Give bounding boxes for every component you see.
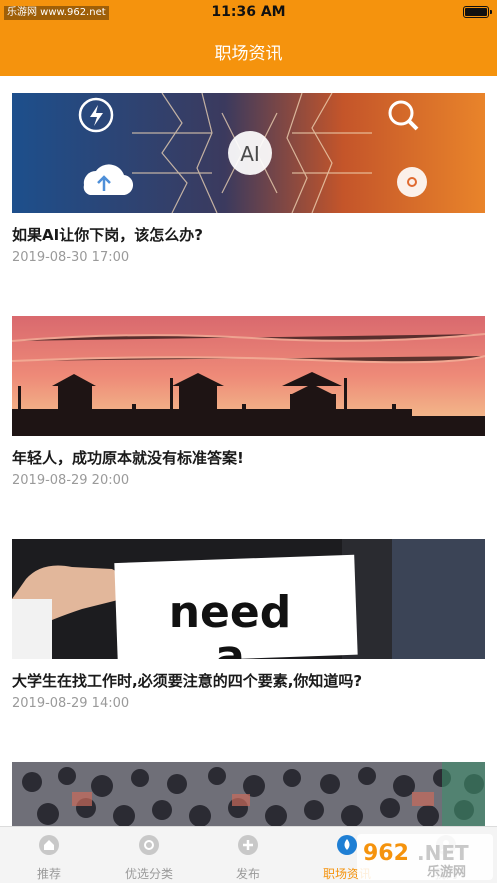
article-card[interactable] (12, 762, 485, 826)
article-date: 2019-08-29 14:00 (12, 696, 130, 711)
page-title: 职场资讯 (214, 44, 283, 64)
article-image-need[interactable]: need a (12, 539, 485, 659)
nav-bar: 职场资讯 (0, 26, 497, 76)
category-icon (139, 835, 159, 855)
article-title[interactable]: 如果AI让你下岗，该怎么办? (12, 224, 485, 245)
tab-label: 优选分类 (124, 867, 173, 881)
article-image-ai[interactable]: AI (12, 93, 485, 213)
gamepad-icon (397, 167, 427, 197)
svg-text:962: 962 (363, 841, 409, 866)
tab-label: 推荐 (36, 867, 61, 881)
article-card[interactable]: need a 大学生在找工作时,必须要注意的四个要素,你知道吗? 2019-08… (12, 539, 485, 739)
svg-text:乐游网: 乐游网 (427, 864, 466, 880)
watermark-logo: 962 .NET 乐游网 (357, 834, 493, 880)
tab-publish[interactable]: 发布 (200, 827, 296, 883)
tab-label: 发布 (235, 867, 260, 881)
tab-recommend[interactable]: 推荐 (1, 827, 97, 883)
article-card[interactable]: AI 如果AI让你下岗，该怎么办? 2019-08-30 17:00 (12, 93, 485, 293)
home-icon (39, 835, 59, 855)
svg-text:.NET: .NET (417, 841, 469, 865)
article-image-pier[interactable] (12, 316, 485, 436)
news-feed[interactable]: AI 如果AI让你下岗，该怎么办? 2019-08-30 17:00 年轻人，成… (0, 76, 497, 826)
battery-icon (463, 6, 492, 18)
news-icon (337, 835, 357, 855)
article-date: 2019-08-29 20:00 (12, 473, 130, 488)
status-bar: 乐游网 www.962.net 11:36 AM (0, 0, 497, 26)
article-card[interactable]: 年轻人，成功原本就没有标准答案! 2019-08-29 20:00 (12, 316, 485, 516)
article-title[interactable]: 年轻人，成功原本就没有标准答案! (12, 447, 485, 468)
ai-image-text: AI (240, 142, 260, 166)
article-image-crowd[interactable] (12, 762, 485, 826)
plus-icon (238, 835, 258, 855)
tab-category[interactable]: 优选分类 (101, 827, 197, 883)
article-date: 2019-08-30 17:00 (12, 250, 130, 265)
article-title[interactable]: 大学生在找工作时,必须要注意的四个要素,你知道吗? (12, 670, 485, 691)
need-sign-text-2: a (215, 631, 245, 659)
status-time: 11:36 AM (211, 4, 286, 20)
